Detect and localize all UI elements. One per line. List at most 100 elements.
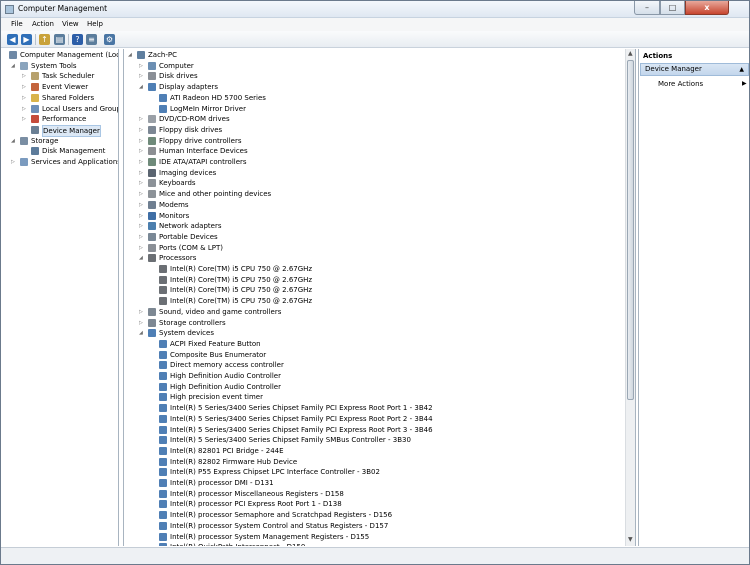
vertical-scrollbar[interactable]: ▲ ▼ — [625, 49, 635, 546]
expand-arrow-icon[interactable]: ▷ — [139, 243, 143, 253]
device-tree-item[interactable]: ◢ Zach-PC — [124, 50, 635, 60]
device-tree-item[interactable]: Intel(R) 5 Series/3400 Series Chipset Fa… — [124, 425, 635, 435]
properties-icon[interactable]: ≡ — [86, 34, 97, 45]
device-tree-item[interactable]: High Definition Audio Controller — [124, 382, 635, 392]
device-tree-item[interactable]: ▷ Computer — [124, 61, 635, 71]
expand-arrow-icon[interactable]: ▷ — [139, 136, 143, 146]
device-tree-item[interactable]: ▷ DVD/CD-ROM drives — [124, 114, 635, 124]
menu-file[interactable]: File — [11, 20, 23, 28]
actions-section-device-manager[interactable]: Device Manager ▲ — [640, 63, 749, 76]
console-tree-item[interactable]: ◢ Storage — [5, 136, 118, 146]
device-tree-item[interactable]: High Definition Audio Controller — [124, 371, 635, 381]
device-tree-item[interactable]: Intel(R) processor DMI - D131 — [124, 478, 635, 488]
console-tree-item[interactable]: ▷ Event Viewer — [5, 82, 118, 92]
device-tree-item[interactable]: Intel(R) Core(TM) i5 CPU 750 @ 2.67GHz — [124, 296, 635, 306]
device-tree-item[interactable]: High precision event timer — [124, 392, 635, 402]
vertical-scroll-thumb[interactable] — [627, 60, 634, 400]
device-tree-item[interactable]: ▷ Storage controllers — [124, 318, 635, 328]
device-tree-item[interactable]: Intel(R) 5 Series/3400 Series Chipset Fa… — [124, 403, 635, 413]
device-tree-item[interactable]: ◢ Display adapters — [124, 82, 635, 92]
device-tree-item[interactable]: ◢ Processors — [124, 253, 635, 263]
device-tree-item[interactable]: Intel(R) 82802 Firmware Hub Device — [124, 457, 635, 467]
device-tree-item[interactable]: ATI Radeon HD 5700 Series — [124, 93, 635, 103]
device-tree-item[interactable]: ▷ Floppy drive controllers — [124, 136, 635, 146]
device-tree-item[interactable]: LogMeIn Mirror Driver — [124, 104, 635, 114]
forward-icon[interactable]: ▶ — [21, 34, 32, 45]
device-tree-item[interactable]: ◢ System devices — [124, 328, 635, 338]
menu-view[interactable]: View — [62, 20, 79, 28]
expand-arrow-icon[interactable]: ▷ — [139, 232, 143, 242]
expand-arrow-icon[interactable]: ▷ — [22, 93, 26, 103]
device-tree-item[interactable]: Intel(R) Core(TM) i5 CPU 750 @ 2.67GHz — [124, 264, 635, 274]
console-tree-item[interactable]: Computer Management (Local — [5, 50, 118, 60]
console-tree-item[interactable]: ▷ Performance — [5, 114, 118, 124]
device-tree-item[interactable]: Intel(R) QuickPath Interconnect - D150 — [124, 542, 635, 546]
expand-arrow-icon[interactable]: ▷ — [139, 211, 143, 221]
console-tree-item[interactable]: ▷ Local Users and Groups — [5, 104, 118, 114]
device-tree-item[interactable]: Intel(R) P55 Express Chipset LPC Interfa… — [124, 467, 635, 477]
expand-arrow-icon[interactable]: ▷ — [139, 114, 143, 124]
device-tree-item[interactable]: ▷ Ports (COM & LPT) — [124, 243, 635, 253]
expand-arrow-icon[interactable]: ▷ — [139, 157, 143, 167]
device-tree-item[interactable]: Intel(R) Core(TM) i5 CPU 750 @ 2.67GHz — [124, 285, 635, 295]
device-tree-item[interactable]: ▷ Network adapters — [124, 221, 635, 231]
expand-arrow-icon[interactable]: ▷ — [22, 104, 26, 114]
console-tree-item[interactable]: ◢ System Tools — [5, 61, 118, 71]
device-tree-item[interactable]: ACPI Fixed Feature Button — [124, 339, 635, 349]
device-tree-item[interactable]: Intel(R) Core(TM) i5 CPU 750 @ 2.67GHz — [124, 275, 635, 285]
expand-arrow-icon[interactable]: ▷ — [139, 61, 143, 71]
device-tree-item[interactable]: ▷ Monitors — [124, 211, 635, 221]
submenu-arrow-icon[interactable]: ▶ — [742, 80, 747, 87]
expand-arrow-icon[interactable]: ▷ — [139, 178, 143, 188]
console-tree-item[interactable]: ▷ Services and Applications — [5, 157, 118, 167]
expand-arrow-icon[interactable]: ▷ — [22, 114, 26, 124]
device-tree-item[interactable]: ▷ Mice and other pointing devices — [124, 189, 635, 199]
more-actions-link[interactable]: More Actions — [658, 80, 703, 88]
expand-arrow-icon[interactable]: ▷ — [22, 71, 26, 81]
console-tree-item[interactable]: ▷ Shared Folders — [5, 93, 118, 103]
device-tree-item[interactable]: Intel(R) 5 Series/3400 Series Chipset Fa… — [124, 435, 635, 445]
expand-arrow-icon[interactable]: ▷ — [139, 200, 143, 210]
device-tree-item[interactable]: ▷ Human Interface Devices — [124, 146, 635, 156]
device-tree-item[interactable]: ▷ Disk drives — [124, 71, 635, 81]
menu-action[interactable]: Action — [32, 20, 54, 28]
device-tree-item[interactable]: ▷ Modems — [124, 200, 635, 210]
collapse-arrow-icon[interactable]: ◢ — [11, 61, 15, 71]
device-tree-item[interactable]: ▷ IDE ATA/ATAPI controllers — [124, 157, 635, 167]
scroll-down-icon[interactable]: ▼ — [628, 536, 633, 543]
scroll-up-icon[interactable]: ▲ — [628, 50, 633, 57]
device-tree-item[interactable]: Intel(R) 82801 PCI Bridge - 244E — [124, 446, 635, 456]
device-tree-item[interactable]: ▷ Imaging devices — [124, 168, 635, 178]
device-tree-item[interactable]: Intel(R) processor System Control and St… — [124, 521, 635, 531]
expand-arrow-icon[interactable]: ▷ — [139, 189, 143, 199]
device-tree-item[interactable]: Intel(R) processor Miscellaneous Registe… — [124, 489, 635, 499]
maximize-button[interactable]: □ — [660, 1, 685, 15]
device-tree-item[interactable]: Direct memory access controller — [124, 360, 635, 370]
expand-arrow-icon[interactable]: ▷ — [139, 71, 143, 81]
device-tree-item[interactable]: Composite Bus Enumerator — [124, 350, 635, 360]
expand-arrow-icon[interactable]: ▷ — [22, 82, 26, 92]
minimize-button[interactable]: – — [634, 1, 660, 15]
collapse-chevron-icon[interactable]: ▲ — [739, 64, 744, 75]
collapse-arrow-icon[interactable]: ◢ — [139, 82, 143, 92]
console-tree-item[interactable]: Disk Management — [5, 146, 118, 156]
device-tree-item[interactable]: ▷ Floppy disk drives — [124, 125, 635, 135]
expand-arrow-icon[interactable]: ▷ — [11, 157, 15, 167]
collapse-arrow-icon[interactable]: ◢ — [11, 136, 15, 146]
console-tree-item[interactable]: Device Manager — [5, 124, 118, 137]
expand-arrow-icon[interactable]: ▷ — [139, 146, 143, 156]
device-tree-item[interactable]: Intel(R) processor Semaphore and Scratch… — [124, 510, 635, 520]
device-tree-item[interactable]: Intel(R) processor System Management Reg… — [124, 532, 635, 542]
up-folder-icon[interactable]: ↑ — [39, 34, 50, 45]
expand-arrow-icon[interactable]: ▷ — [139, 307, 143, 317]
scan-hardware-icon[interactable]: ⚙ — [104, 34, 115, 45]
collapse-arrow-icon[interactable]: ◢ — [139, 328, 143, 338]
device-tree-item[interactable]: ▷ Portable Devices — [124, 232, 635, 242]
expand-arrow-icon[interactable]: ▷ — [139, 125, 143, 135]
expand-arrow-icon[interactable]: ▷ — [139, 221, 143, 231]
device-tree-item[interactable]: ▷ Keyboards — [124, 178, 635, 188]
back-icon[interactable]: ◀ — [7, 34, 18, 45]
device-tree-item[interactable]: Intel(R) 5 Series/3400 Series Chipset Fa… — [124, 414, 635, 424]
collapse-arrow-icon[interactable]: ◢ — [139, 253, 143, 263]
menu-help[interactable]: Help — [87, 20, 103, 28]
